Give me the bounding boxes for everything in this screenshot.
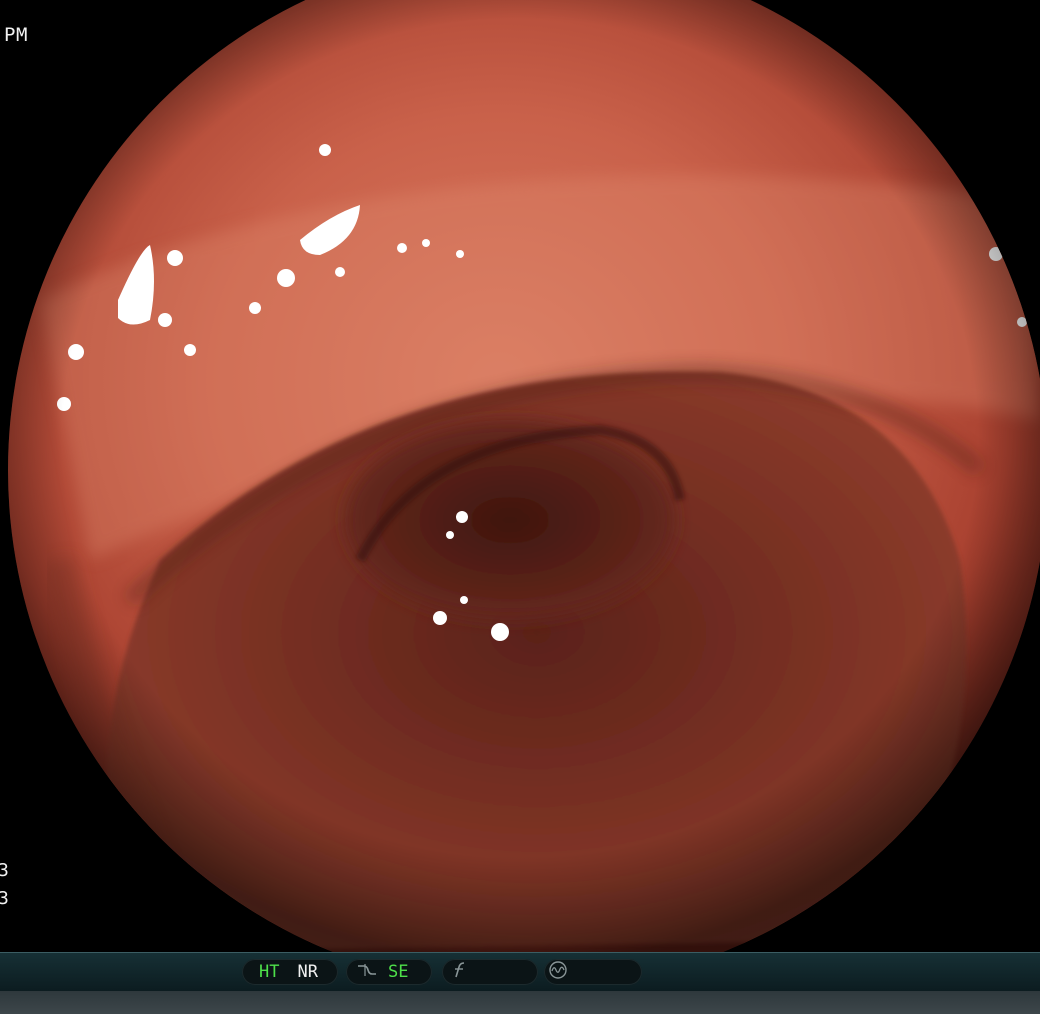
- ht-label: HT: [259, 962, 280, 982]
- f-icon: [452, 961, 468, 984]
- endoscopic-view: [0, 0, 1040, 952]
- status-bar: HT NR SE: [0, 952, 1040, 1014]
- f-indicator: [442, 959, 538, 985]
- time-suffix-text: PM: [4, 24, 28, 46]
- wave-circle-icon: [548, 960, 568, 985]
- se-label: SE: [388, 962, 409, 982]
- se-indicator: SE: [346, 959, 432, 985]
- left-edge-text-2: 3: [0, 888, 10, 909]
- wave-indicator: [544, 959, 642, 985]
- contrast-curve-icon: [356, 962, 378, 983]
- ht-nr-indicator: HT NR: [242, 959, 338, 985]
- nr-label: NR: [297, 962, 318, 982]
- endoscopy-frame: PM 3 3 HT NR SE: [0, 0, 1040, 1014]
- left-edge-text-1: 3: [0, 860, 10, 881]
